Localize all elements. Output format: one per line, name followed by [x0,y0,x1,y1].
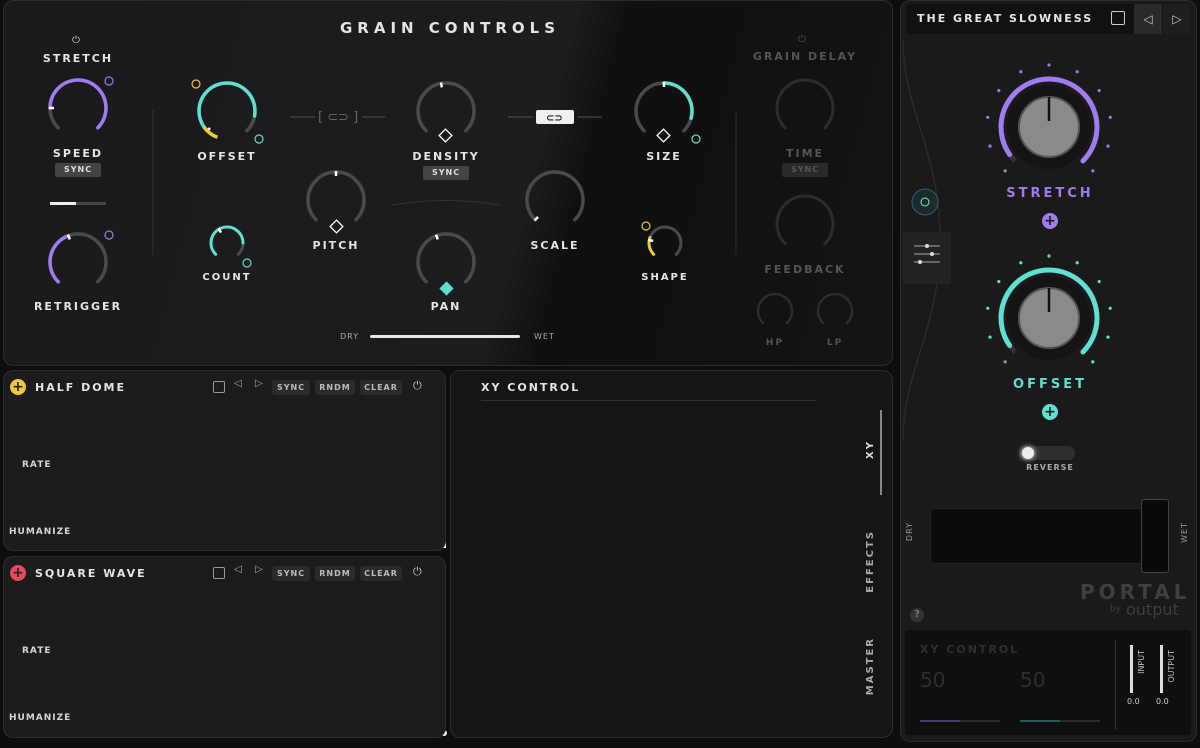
reverse-toggle-thumb[interactable] [1022,447,1034,459]
brand-by: by [1110,604,1122,614]
output-value: 0.0 [1156,697,1169,706]
stretch-macro-knob[interactable] [986,63,1112,173]
sliders-icon [930,252,934,256]
output-meter [1160,645,1163,693]
footer-y-value[interactable]: 50 [1020,668,1045,692]
macro-dry-wet-handle[interactable] [1141,499,1169,573]
help-icon[interactable]: ? [910,608,924,622]
stretch-add-icon[interactable]: + [1042,213,1058,229]
sliders-mode-bg [903,232,951,284]
offset-macro-knob[interactable] [986,254,1112,364]
stretch-macro-label: STRETCH [1006,186,1094,201]
output-label: OUTPUT [1167,650,1176,683]
footer-y-bar [1020,720,1100,722]
macro-dry-wet-slider[interactable] [930,508,1168,564]
input-label: INPUT [1137,650,1146,674]
xy-mode-icon [911,188,939,216]
offset-add-icon[interactable]: + [1042,404,1058,420]
input-value: 0.0 [1127,697,1140,706]
macro-wet-label: WET [1180,522,1189,543]
footer-divider [1115,640,1116,730]
reverse-label: REVERSE [1026,463,1074,472]
sliders-icon [918,260,922,264]
offset-macro-label: OFFSET [1013,377,1087,392]
footer-x-value[interactable]: 50 [920,668,945,692]
output-logo: output [1126,600,1179,619]
sliders-icon [925,244,929,248]
footer-xy-title: XY CONTROL [920,643,1020,656]
macro-dry-label: DRY [905,522,914,542]
input-meter [1130,645,1133,693]
footer-x-bar [920,720,1000,722]
